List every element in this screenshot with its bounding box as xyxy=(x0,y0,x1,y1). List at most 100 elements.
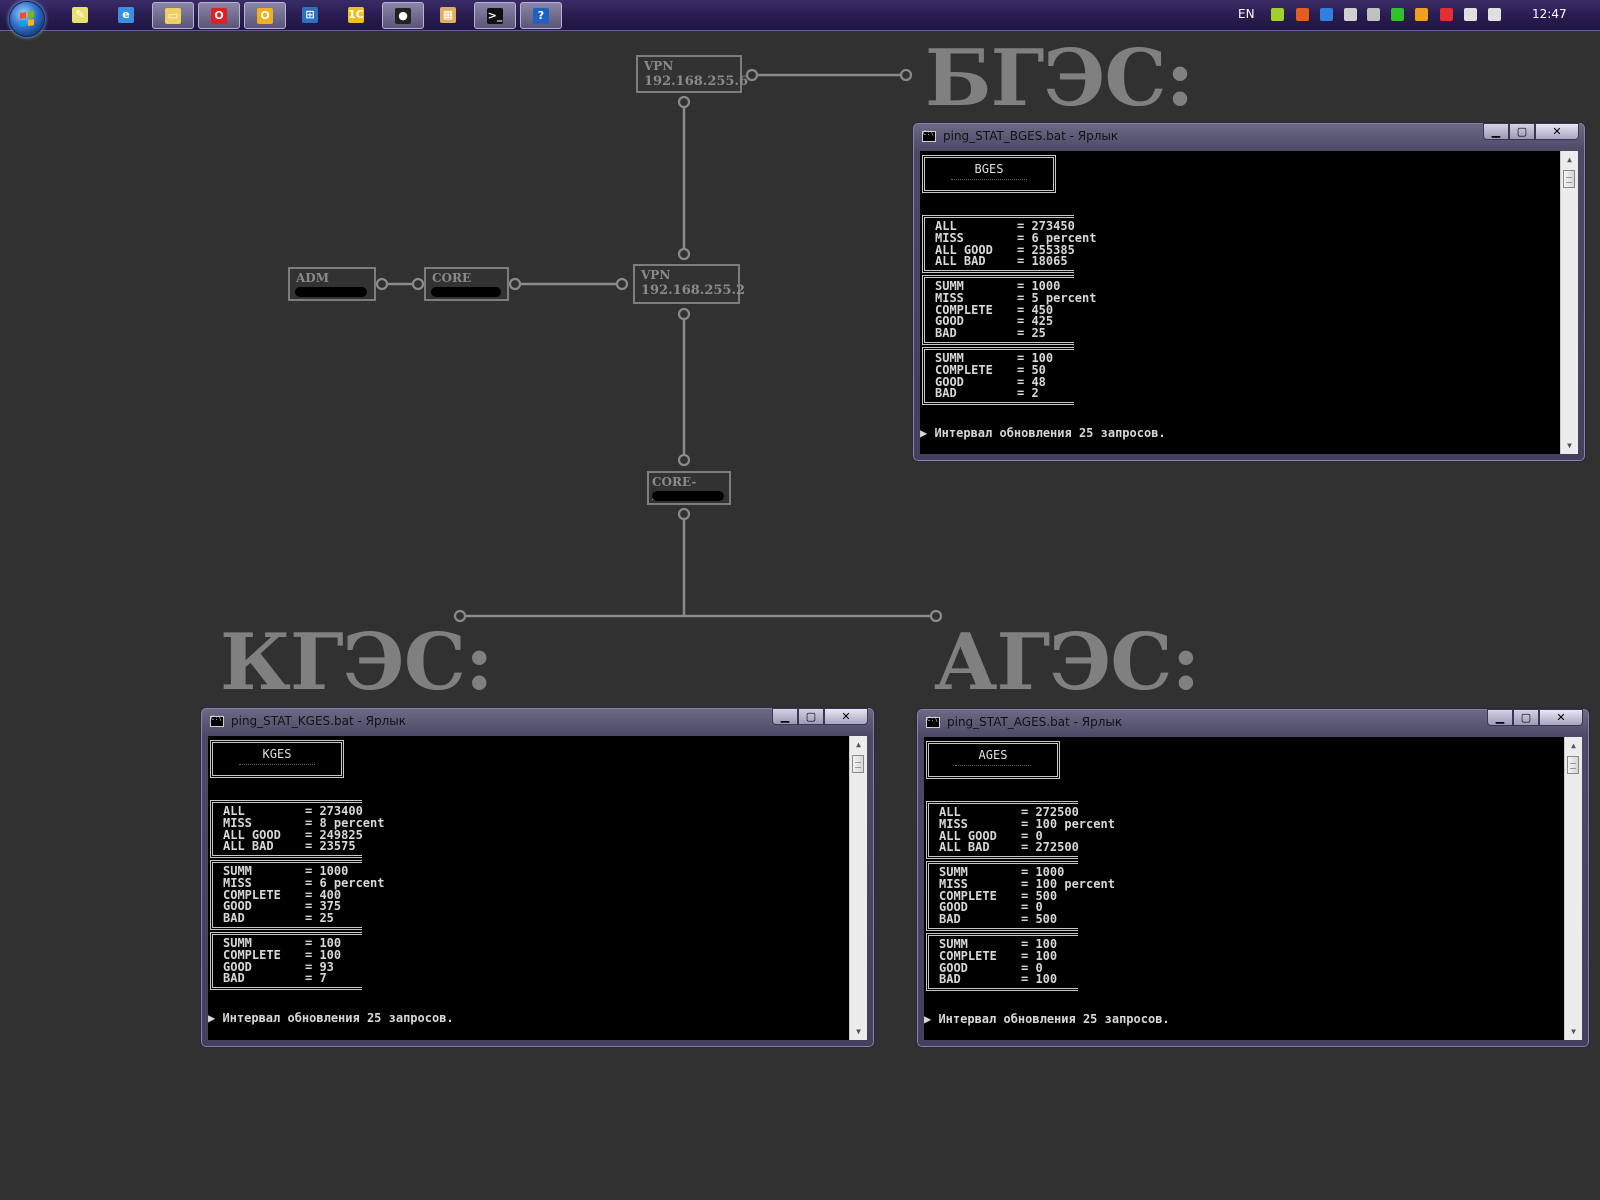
label-ages: АГЭС: xyxy=(934,617,1200,708)
connector-dot xyxy=(508,277,522,291)
status-line: ▶ Интервал обновления 25 запросов. xyxy=(920,426,1166,440)
status-line: ▶ Интервал обновления 25 запросов. xyxy=(924,1012,1170,1026)
stat-value: = 500 xyxy=(1021,912,1058,927)
node-title: VPN xyxy=(644,59,674,73)
stat-line: BAD = 25 xyxy=(935,326,1074,341)
window-title: ping_STAT_BGES.bat - Ярлык xyxy=(943,129,1119,143)
close-button[interactable]: ✕ xyxy=(1539,709,1583,726)
vertical-scrollbar[interactable]: ▲ ▼ xyxy=(849,736,867,1040)
minimize-button[interactable]: ▁ xyxy=(772,708,798,725)
node-core: CORE xyxy=(424,267,509,301)
console-window-bges[interactable]: ping_STAT_BGES.bat - Ярлык ▁▢✕ BGES ALL= 27… xyxy=(912,122,1586,462)
node-ip: 192.168.255.2 xyxy=(641,283,746,298)
close-button[interactable]: ✕ xyxy=(1535,123,1579,140)
station-name: BGES xyxy=(974,162,1004,176)
connector-dot xyxy=(677,453,691,467)
window-titlebar[interactable]: ping_STAT_BGES.bat - Ярлык ▁▢✕ xyxy=(913,123,1585,151)
scroll-down-icon[interactable]: ▼ xyxy=(1565,1023,1582,1040)
stat-value: = 100 xyxy=(1021,972,1058,987)
connector-dot xyxy=(411,277,425,291)
console-output[interactable]: BGES ALL = 273450 MISS = 6 percent ALL GOOD = … xyxy=(920,151,1578,454)
scroll-down-icon[interactable]: ▼ xyxy=(1561,437,1578,454)
vertical-scrollbar[interactable]: ▲ ▼ xyxy=(1564,737,1582,1040)
console-output[interactable]: KGES ALL = 273400 MISS = 8 percent ALL GOOD = … xyxy=(208,736,867,1040)
connector-dot xyxy=(677,247,691,261)
status-line: ▶ Интервал обновления 25 запросов. xyxy=(208,1011,454,1025)
console-output[interactable]: AGES ALL = 272500 MISS = 100 percent ALL GOOD… xyxy=(924,737,1582,1040)
connector-dot xyxy=(745,68,759,82)
stat-line: BAD = 25 xyxy=(223,911,362,926)
node-adm: ADM xyxy=(288,267,376,301)
stat-block: SUMM = 1000 MISS = 100 percent COMPLETE = 500… xyxy=(926,861,1115,931)
scroll-up-icon[interactable]: ▲ xyxy=(850,736,867,753)
stat-value: = 25 xyxy=(1017,326,1046,341)
stat-value: = 272500 xyxy=(1021,840,1079,855)
stat-key: ALL BAD xyxy=(935,254,986,269)
connector-dot xyxy=(677,95,691,109)
stat-key: ALL BAD xyxy=(223,839,274,854)
stat-block: SUMM = 100 COMPLETE = 50 GOOD = 48 BAD = 2 xyxy=(922,347,1074,406)
stat-block: SUMM = 100 COMPLETE = 100 GOOD = 0 BAD = 100 xyxy=(926,933,1078,992)
stat-value: = 23575 xyxy=(305,839,356,854)
vertical-scrollbar[interactable]: ▲ ▼ xyxy=(1560,151,1578,454)
label-bges: БГЭС: xyxy=(925,33,1194,124)
scroll-thumb[interactable] xyxy=(1567,756,1579,774)
scroll-down-icon[interactable]: ▼ xyxy=(850,1023,867,1040)
node-title: VPN xyxy=(641,268,671,282)
stat-value: = 7 xyxy=(305,971,327,986)
redacted-address xyxy=(652,491,724,501)
scroll-thumb[interactable] xyxy=(852,755,864,773)
maximize-button[interactable]: ▢ xyxy=(798,708,824,725)
stat-key: BAD xyxy=(935,326,957,341)
console-window-ages[interactable]: ping_STAT_AGES.bat - Ярлык ▁▢✕ AGES ALL= 27… xyxy=(916,708,1590,1048)
connector-dot xyxy=(899,68,913,82)
console-window-kges[interactable]: ping_STAT_KGES.bat - Ярлык ▁▢✕ KGES ALL= 27… xyxy=(200,707,875,1048)
stat-line: ALL BAD = 18065 xyxy=(935,254,1074,269)
window-titlebar[interactable]: ping_STAT_KGES.bat - Ярлык ▁▢✕ xyxy=(201,708,874,736)
station-header: AGES xyxy=(926,741,1060,779)
node-title: ADM xyxy=(296,271,329,285)
stat-value: = 18065 xyxy=(1017,254,1068,269)
cmd-icon xyxy=(210,715,224,727)
scroll-up-icon[interactable]: ▲ xyxy=(1561,151,1578,168)
minimize-button[interactable]: ▁ xyxy=(1483,123,1509,140)
stat-key: ALL BAD xyxy=(939,840,990,855)
minimize-button[interactable]: ▁ xyxy=(1487,709,1513,726)
maximize-button[interactable]: ▢ xyxy=(1513,709,1539,726)
scroll-thumb[interactable] xyxy=(1563,170,1575,188)
stat-line: BAD = 100 xyxy=(939,972,1078,987)
redacted-address xyxy=(431,287,501,297)
scroll-up-icon[interactable]: ▲ xyxy=(1565,737,1582,754)
connector-dot xyxy=(375,277,389,291)
node-core-ages: CORE-AGES xyxy=(647,471,731,505)
maximize-button[interactable]: ▢ xyxy=(1509,123,1535,140)
station-header: BGES xyxy=(922,155,1056,193)
window-titlebar[interactable]: ping_STAT_AGES.bat - Ярлык ▁▢✕ xyxy=(917,709,1589,737)
stat-line: ALL BAD = 272500 xyxy=(939,840,1079,855)
connector-dot xyxy=(677,307,691,321)
connector-dot xyxy=(615,277,629,291)
stat-key: BAD xyxy=(223,971,245,986)
station-name: KGES xyxy=(262,747,292,761)
stat-key: BAD xyxy=(939,912,961,927)
stat-block: ALL = 272500 MISS = 100 percent ALL GOOD = 0A… xyxy=(926,801,1115,860)
stat-line: BAD = 500 xyxy=(939,912,1078,927)
stat-block: ALL = 273450 MISS = 6 percent ALL GOOD = 2553… xyxy=(922,215,1096,274)
redacted-address xyxy=(951,179,1027,183)
stat-value: = 2 xyxy=(1017,386,1039,401)
window-title: ping_STAT_KGES.bat - Ярлык xyxy=(231,714,406,728)
close-button[interactable]: ✕ xyxy=(824,708,868,725)
stat-block: SUMM = 1000 MISS = 5 percent COMPLETE = 450 GO… xyxy=(922,275,1096,345)
station-name: AGES xyxy=(978,748,1008,762)
stat-key: BAD xyxy=(223,911,245,926)
stat-line: BAD = 7 xyxy=(223,971,362,986)
stat-block: ALL = 273400 MISS = 8 percent ALL GOOD = 2498… xyxy=(210,800,384,859)
redacted-address xyxy=(295,287,367,297)
connector-dot xyxy=(677,507,691,521)
node-ip: 192.168.255.6 xyxy=(644,74,749,89)
redacted-address xyxy=(955,765,1031,769)
window-title: ping_STAT_AGES.bat - Ярлык xyxy=(947,715,1123,729)
stat-value: = 25 xyxy=(305,911,334,926)
cmd-icon xyxy=(926,716,940,728)
stat-key: BAD xyxy=(939,972,961,987)
